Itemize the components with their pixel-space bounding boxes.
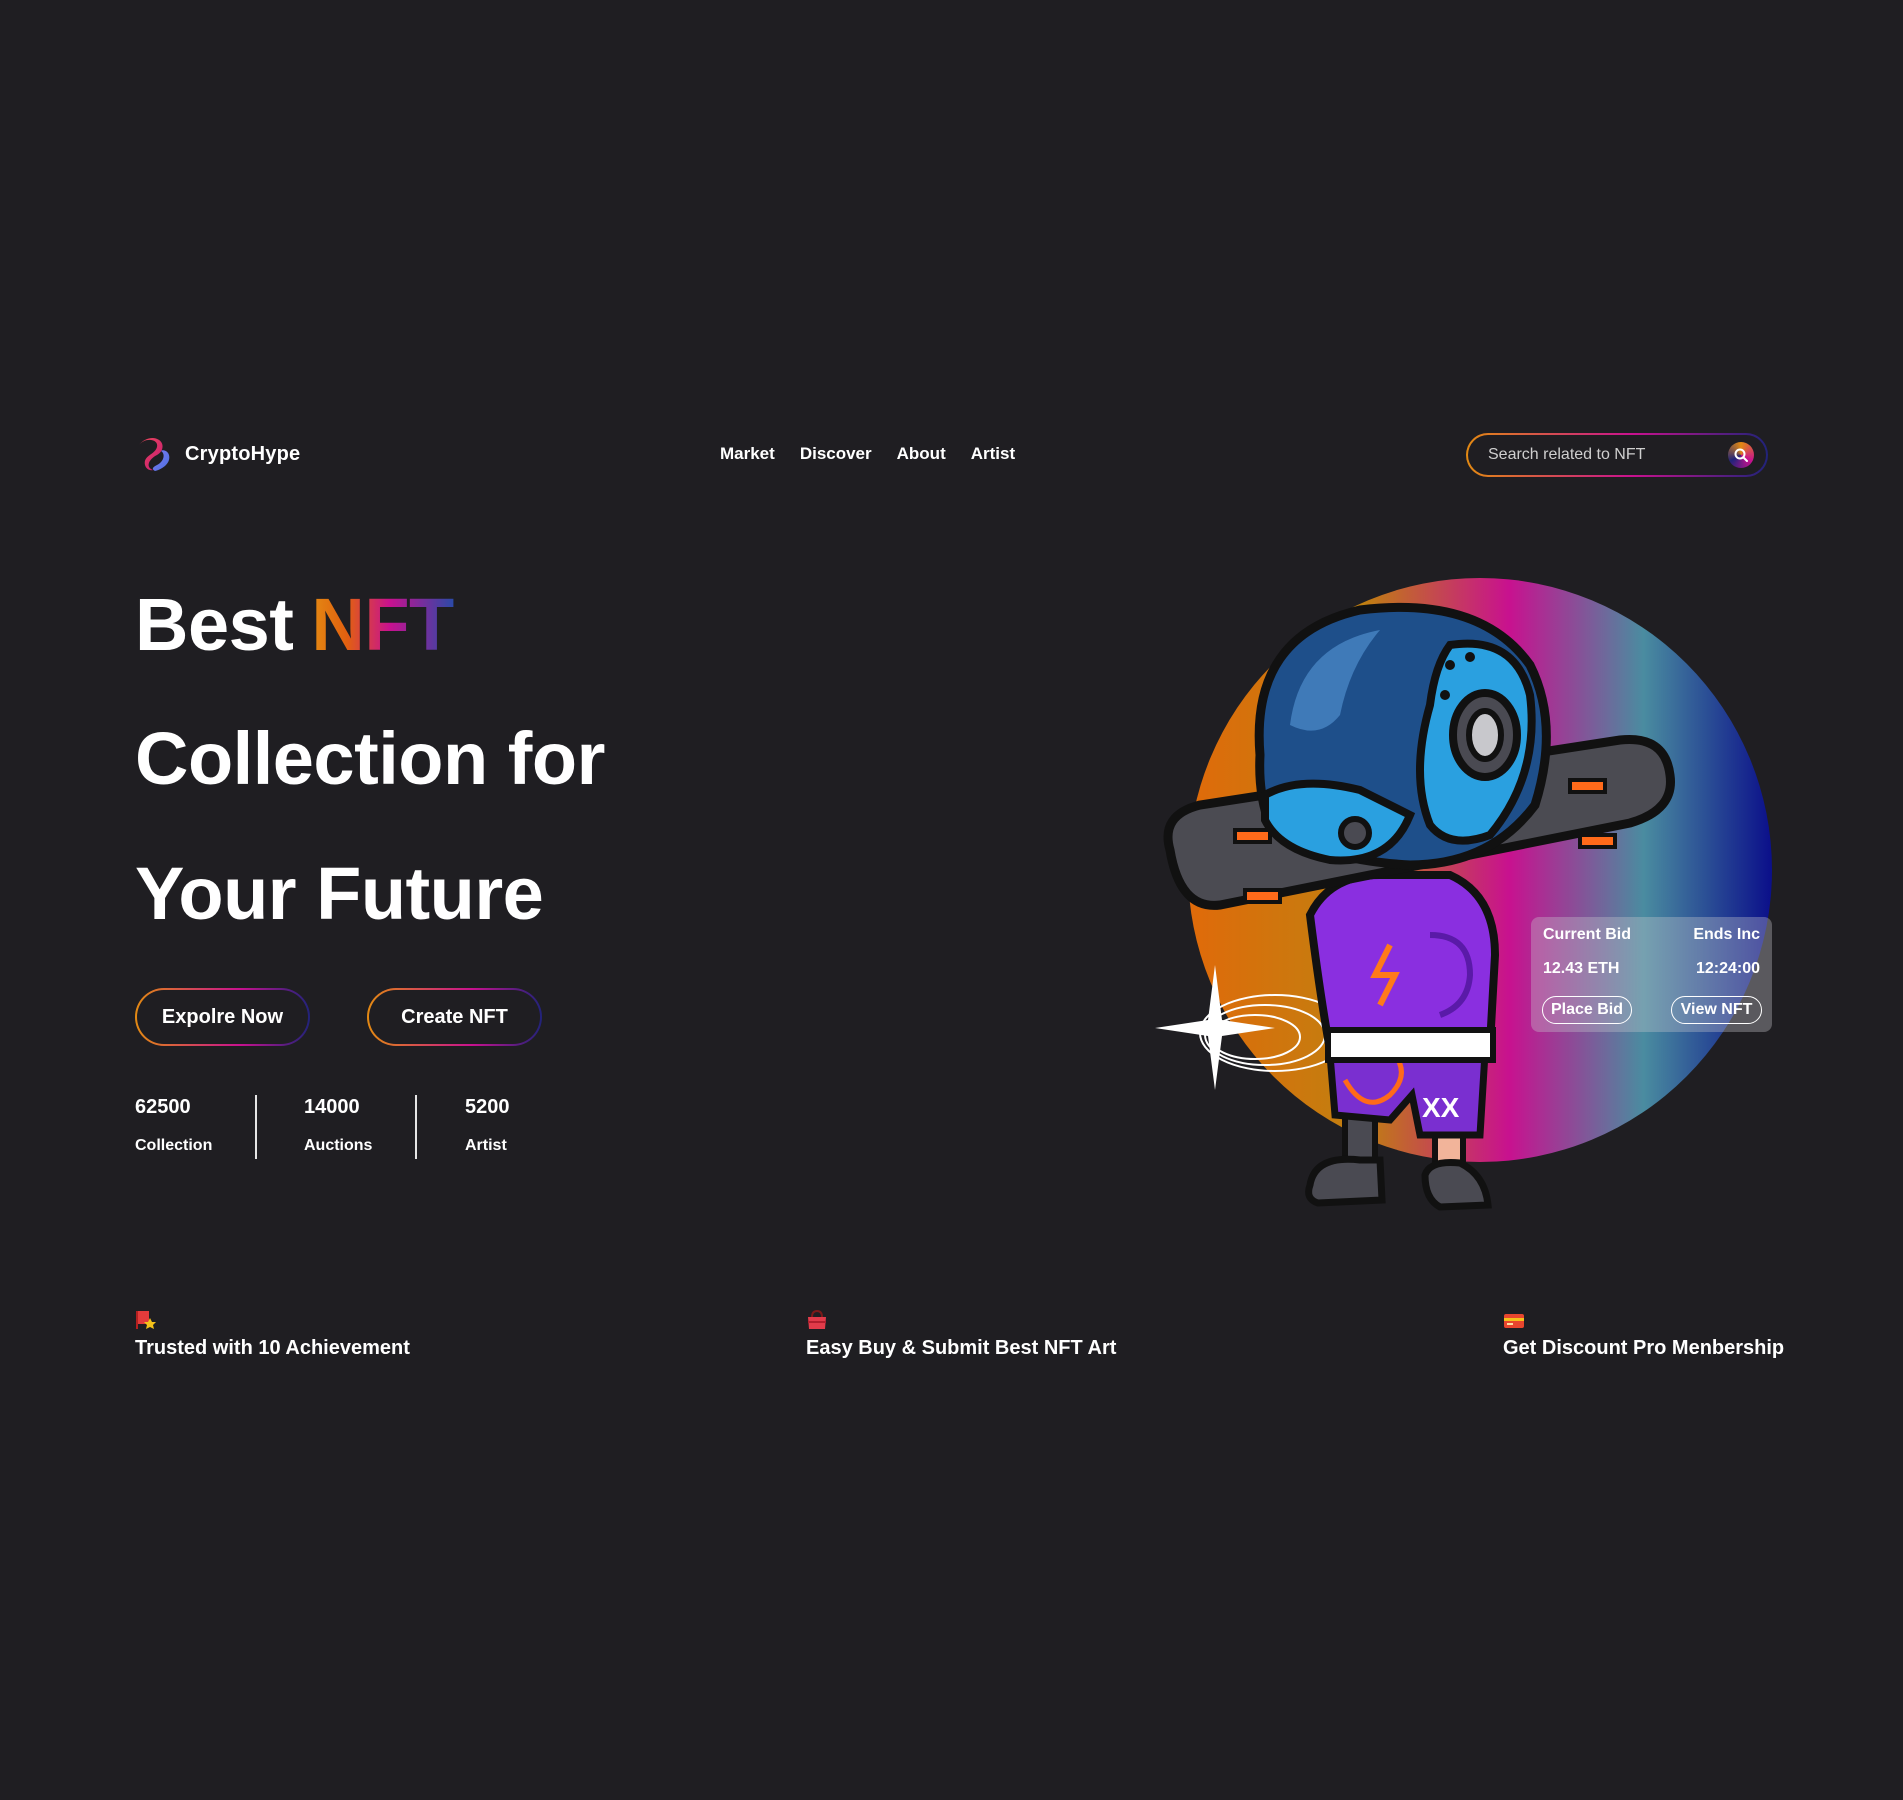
feature-easy-buy: Easy Buy & Submit Best NFT Art [806,1309,1117,1360]
bid-card: Current Bid Ends Inc 12.43 ETH 12:24:00 … [1531,917,1772,1032]
stat-value: 14000 [304,1096,360,1118]
discount-card-icon [1504,1314,1524,1328]
search-input[interactable] [1486,445,1728,465]
search-box-inner [1468,435,1766,475]
feature-discount: Get Discount Pro Menbership [1503,1310,1784,1360]
stat-label: Artist [465,1137,507,1154]
main-nav: Market Discover About Artist [720,444,1015,464]
stat-label: Auctions [304,1137,373,1154]
feature-achievement: Trusted with 10 Achievement [135,1310,410,1360]
current-bid-value: 12.43 ETH [1543,960,1620,977]
create-nft-label: Create NFT [369,990,540,1044]
ends-in-label: Ends Inc [1693,926,1760,943]
feature-text: Easy Buy & Submit Best NFT Art [806,1337,1117,1359]
feature-text: Get Discount Pro Menbership [1503,1337,1785,1359]
astronaut-helmet [1254,602,1551,870]
stat-value: 62500 [135,1096,191,1118]
nav-discover[interactable]: Discover [800,444,872,464]
hero-title-line3: Your Future [135,852,544,935]
brand-logo[interactable]: CryptoHype [135,435,300,473]
nav-market[interactable]: Market [720,444,775,464]
ends-in-value: 12:24:00 [1695,960,1760,977]
hero-title-best: Best [135,583,294,666]
brand-name: CryptoHype [185,442,301,465]
hero-title-nft: NFT [311,583,454,666]
nft-character-illustration: XX [1155,578,1772,1211]
search-icon [1734,448,1748,462]
stat-divider [415,1095,417,1159]
shorts-xx-mark: XX [1422,1092,1460,1123]
brand-mark-icon [139,438,170,471]
trophy-flag-icon [136,1311,156,1329]
explore-now-button[interactable]: Expolre Now [135,988,310,1046]
explore-now-label: Expolre Now [137,990,308,1044]
stat-auctions: 14000 Auctions [304,1096,372,1155]
shopping-bag-icon [808,1309,826,1329]
create-nft-button[interactable]: Create NFT [367,988,542,1046]
stat-label: Collection [135,1137,213,1154]
place-bid-button[interactable]: Place Bid [1542,996,1632,1024]
feature-text: Trusted with 10 Achievement [135,1337,410,1359]
stat-artist: 5200 Artist [465,1096,510,1155]
hero-title-line2: Collection for [135,717,605,800]
stat-collection: 62500 Collection [135,1096,212,1155]
hero-title-line1: Best NFT [135,588,454,662]
view-nft-button[interactable]: View NFT [1671,996,1762,1024]
nav-artist[interactable]: Artist [971,444,1015,464]
search-button[interactable] [1728,442,1754,468]
search-box [1466,433,1768,477]
stat-divider [255,1095,257,1159]
nav-about[interactable]: About [897,444,946,464]
stat-value: 5200 [465,1096,510,1118]
current-bid-label: Current Bid [1543,926,1631,943]
